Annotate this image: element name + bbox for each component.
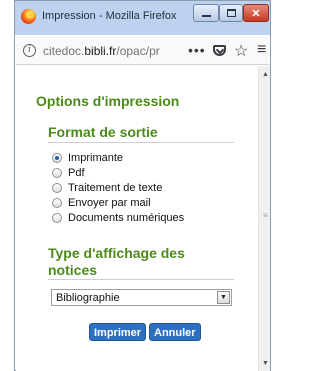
window-title: Impression - Mozilla Firefox	[42, 10, 177, 22]
close-icon: ✕	[251, 7, 261, 20]
select-value: Bibliographie	[56, 292, 120, 304]
display-type-heading: Type d'affichage des notices	[48, 245, 185, 278]
display-type-select[interactable]: Bibliographie ▼	[51, 289, 232, 306]
radio-option-traitement-texte[interactable]: Traitement de texte	[52, 181, 162, 195]
radio-button[interactable]	[52, 213, 62, 223]
maximize-button[interactable]	[219, 4, 243, 22]
vertical-scrollbar[interactable]: ▲ ≡ ▼	[258, 66, 270, 371]
more-actions-icon[interactable]: •••	[188, 42, 206, 58]
radio-option-documents-numeriques[interactable]: Documents numériques	[52, 211, 184, 225]
cancel-button[interactable]: Annuler	[149, 323, 201, 341]
divider	[48, 142, 234, 143]
url-domain: bibli.fr	[84, 44, 117, 58]
radio-label: Envoyer par mail	[68, 197, 151, 209]
radio-label: Documents numériques	[68, 212, 185, 224]
bookmark-star-icon[interactable]: ☆	[234, 41, 248, 61]
url-path: /opac/pr	[116, 44, 160, 58]
radio-option-imprimante[interactable]: Imprimante	[52, 151, 123, 165]
minimize-icon	[201, 15, 211, 17]
menu-icon[interactable]: ≡	[257, 41, 266, 59]
firefox-logo-icon	[21, 9, 36, 24]
radio-option-envoyer-mail[interactable]: Envoyer par mail	[52, 196, 151, 210]
url-text[interactable]: citedoc.bibli.fr/opac/pr	[43, 44, 179, 58]
scroll-grip-icon[interactable]: ≡	[263, 211, 268, 220]
close-button[interactable]: ✕	[243, 4, 269, 22]
firefox-window: Impression - Mozilla Firefox ✕ i citedoc…	[14, 0, 271, 371]
chevron-down-icon[interactable]: ▼	[217, 291, 230, 304]
radio-button[interactable]	[52, 168, 62, 178]
info-icon[interactable]: i	[23, 44, 36, 57]
url-prefix: citedoc.	[43, 44, 85, 58]
page-title: Options d'impression	[36, 93, 180, 109]
address-bar[interactable]: i citedoc.bibli.fr/opac/pr ••• ☆ ≡	[16, 37, 269, 65]
minimize-button[interactable]	[193, 4, 219, 22]
radio-label: Pdf	[68, 167, 85, 179]
scroll-up-icon[interactable]: ▲	[262, 71, 269, 78]
pocket-icon[interactable]	[213, 45, 226, 56]
page-content: Options d'impression Format de sortie Im…	[16, 66, 258, 371]
output-format-heading: Format de sortie	[48, 124, 158, 140]
radio-button[interactable]	[52, 183, 62, 193]
radio-option-pdf[interactable]: Pdf	[52, 166, 85, 180]
radio-label: Traitement de texte	[68, 182, 163, 194]
radio-button[interactable]	[52, 153, 62, 163]
radio-label: Imprimante	[68, 152, 124, 164]
print-button[interactable]: Imprimer	[89, 323, 147, 341]
scroll-down-icon[interactable]: ▼	[262, 360, 269, 367]
radio-button[interactable]	[52, 198, 62, 208]
maximize-icon	[226, 9, 236, 17]
divider	[48, 279, 234, 280]
title-bar[interactable]: Impression - Mozilla Firefox ✕	[15, 1, 270, 35]
